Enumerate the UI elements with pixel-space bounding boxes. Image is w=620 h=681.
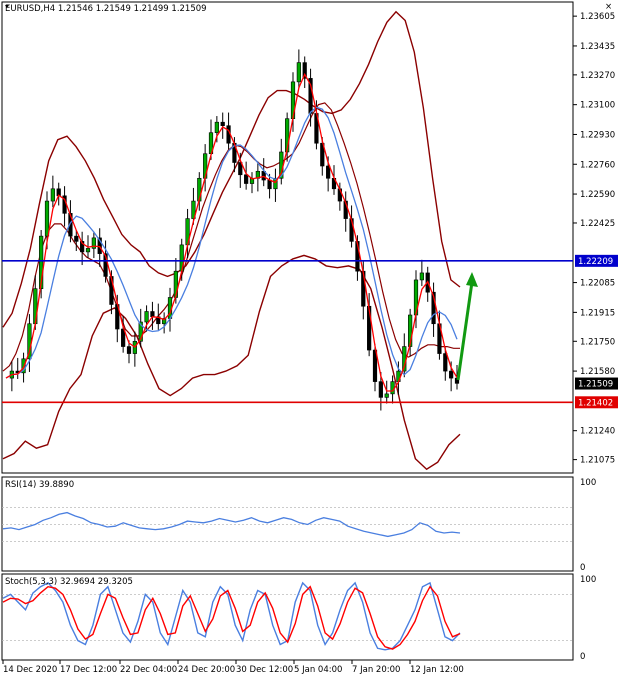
candle-body bbox=[220, 121, 225, 126]
current-price-label: 1.21509 bbox=[578, 380, 613, 390]
price-tick-label: 1.22760 bbox=[580, 160, 615, 170]
price-tick-label: 1.21075 bbox=[580, 456, 615, 466]
price-tick-label: 1.23435 bbox=[580, 42, 615, 52]
time-tick-label: 17 Dec 12:00 bbox=[60, 665, 117, 675]
candle-body bbox=[326, 165, 331, 179]
price-tick-label: 1.22930 bbox=[580, 130, 615, 140]
candle-body bbox=[126, 346, 132, 354]
price-tick-label: 1.23100 bbox=[580, 101, 615, 111]
time-tick-label: 24 Dec 20:00 bbox=[178, 665, 235, 675]
close-icon[interactable]: × bbox=[605, 2, 612, 12]
candle-body bbox=[449, 370, 454, 379]
price-tick-label: 1.22085 bbox=[580, 279, 615, 289]
candle-body bbox=[74, 235, 79, 242]
time-tick-label: 22 Dec 04:00 bbox=[120, 665, 177, 675]
candle-body bbox=[44, 200, 50, 237]
candle-body bbox=[50, 188, 55, 202]
rsi-axis-label: 0 bbox=[580, 563, 585, 573]
candle-body bbox=[443, 353, 448, 372]
rsi-label: RSI(14) 39.8890 bbox=[5, 480, 74, 490]
time-tick-label: 30 Dec 12:00 bbox=[236, 665, 293, 675]
price-tick-label: 1.22425 bbox=[580, 219, 615, 229]
candle-body bbox=[267, 179, 272, 190]
price-tick-label: 1.21580 bbox=[580, 367, 615, 377]
candle-body bbox=[244, 174, 249, 184]
candle-body bbox=[390, 381, 395, 395]
time-tick-label: 12 Jan 12:00 bbox=[410, 665, 464, 675]
candle-body bbox=[384, 393, 389, 398]
stoch-label: Stoch(5,3,3) 32.9694 29.3205 bbox=[5, 577, 133, 587]
candle-body bbox=[85, 248, 91, 253]
stoch-axis-label: 100 bbox=[580, 575, 596, 585]
candle-body bbox=[150, 311, 155, 318]
time-tick-label: 14 Dec 2020 bbox=[3, 665, 57, 675]
time-tick-label: 5 Jan 04:00 bbox=[294, 665, 342, 675]
chart-title: EURUSD,H4 1.21546 1.21549 1.21499 1.2150… bbox=[5, 4, 207, 14]
price-tick-label: 1.23270 bbox=[580, 71, 615, 81]
candle-body bbox=[296, 62, 301, 83]
candle-body bbox=[378, 381, 383, 398]
price-tick-label: 1.21750 bbox=[580, 337, 615, 347]
support-price-label: 1.21402 bbox=[578, 398, 613, 408]
time-tick-label: 7 Jan 20:00 bbox=[352, 665, 400, 675]
price-tick-label: 1.22590 bbox=[580, 190, 615, 200]
candle-body bbox=[214, 121, 219, 134]
candle-body bbox=[419, 272, 424, 281]
price-tick-label: 1.23605 bbox=[580, 12, 615, 22]
candle-body bbox=[144, 311, 149, 323]
trading-chart[interactable]: 1.22209 1.21402 1.21509 1.23605 1.23435 1.23… bbox=[0, 0, 620, 681]
rsi-axis-label: 100 bbox=[580, 478, 596, 488]
stoch-axis-label: 0 bbox=[580, 652, 585, 662]
resistance-price-label: 1.22209 bbox=[578, 257, 613, 267]
price-tick-label: 1.21240 bbox=[580, 427, 615, 437]
price-tick-label: 1.21915 bbox=[580, 308, 615, 318]
